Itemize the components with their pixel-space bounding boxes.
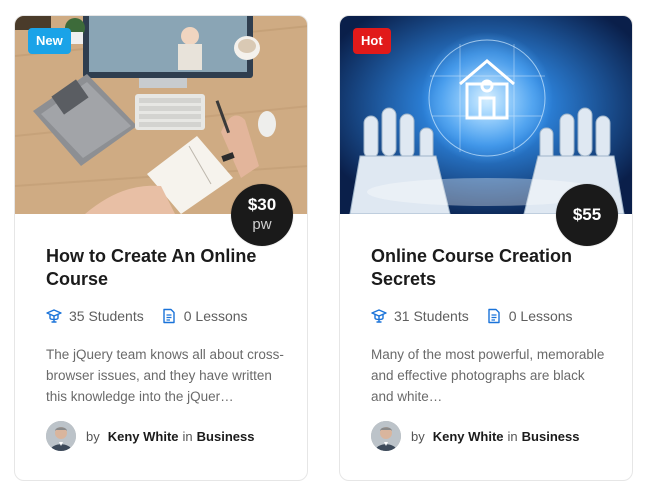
category-link[interactable]: Business bbox=[522, 429, 580, 444]
new-badge: New bbox=[28, 28, 71, 54]
author-avatar-icon bbox=[46, 421, 76, 451]
avatar[interactable] bbox=[371, 421, 401, 451]
students-label: 35 Students bbox=[69, 308, 144, 324]
avatar[interactable] bbox=[46, 421, 76, 451]
document-icon bbox=[488, 308, 500, 324]
in-label: in bbox=[507, 428, 518, 444]
category-link[interactable]: Business bbox=[197, 429, 255, 444]
lessons-label: 0 Lessons bbox=[508, 308, 573, 324]
author-row: by Keny White in Business bbox=[371, 421, 579, 451]
students-count: 31 Students bbox=[371, 308, 469, 324]
price-amount: $30 bbox=[247, 195, 277, 214]
course-card[interactable]: New $30 pw How to Create An Online Cours… bbox=[14, 15, 308, 481]
course-description: The jQuery team knows all about cross-br… bbox=[46, 347, 284, 404]
author-name[interactable]: Keny White bbox=[433, 429, 504, 444]
course-card[interactable]: Hot $55 Online Course Creation Secrets 3… bbox=[339, 15, 633, 481]
lessons-count: 0 Lessons bbox=[161, 308, 248, 324]
price-badge: $55 bbox=[556, 184, 618, 246]
course-description: Many of the most powerful, memorable and… bbox=[371, 347, 605, 404]
course-meta: 31 Students 0 Lessons bbox=[371, 308, 590, 324]
hot-badge: Hot bbox=[353, 28, 391, 54]
author-row: by Keny White in Business bbox=[46, 421, 254, 451]
students-label: 31 Students bbox=[394, 308, 469, 324]
graduation-cap-icon bbox=[46, 309, 62, 323]
course-title[interactable]: How to Create An Online Course bbox=[46, 245, 286, 291]
graduation-cap-icon bbox=[371, 309, 387, 323]
course-title[interactable]: Online Course Creation Secrets bbox=[371, 245, 611, 291]
by-label: by bbox=[411, 428, 425, 444]
by-label: by bbox=[86, 428, 100, 444]
price-badge: $30 pw bbox=[231, 184, 293, 246]
document-icon bbox=[163, 308, 175, 324]
course-meta: 35 Students 0 Lessons bbox=[46, 308, 265, 324]
lessons-label: 0 Lessons bbox=[183, 308, 248, 324]
lessons-count: 0 Lessons bbox=[486, 308, 573, 324]
author-name[interactable]: Keny White bbox=[108, 429, 179, 444]
in-label: in bbox=[182, 428, 193, 444]
students-count: 35 Students bbox=[46, 308, 144, 324]
price-period: pw bbox=[252, 216, 272, 233]
price-amount: $55 bbox=[572, 205, 602, 224]
author-avatar-icon bbox=[371, 421, 401, 451]
